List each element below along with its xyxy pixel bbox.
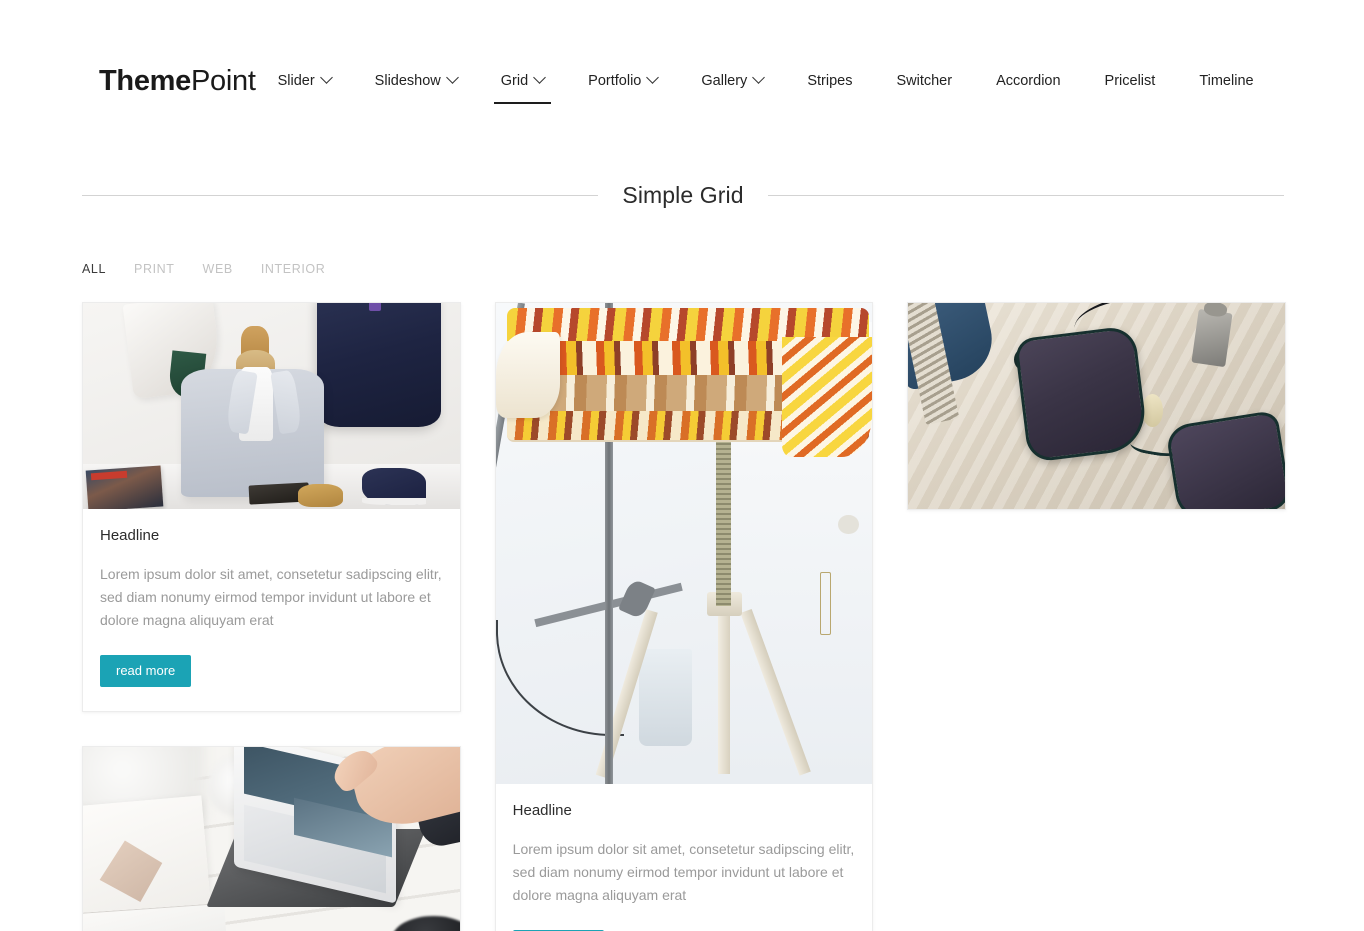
nav-label: Pricelist (1104, 72, 1156, 89)
title-rule-right (767, 195, 1284, 196)
photo-layer (638, 649, 692, 746)
logo-light-part: Point (190, 64, 256, 97)
nav-label: Portfolio (588, 72, 642, 89)
photo-layer (781, 336, 873, 457)
photo-layer (1141, 393, 1163, 427)
read-more-button[interactable]: read more (100, 655, 192, 687)
menswear-display-photo[interactable] (83, 303, 460, 509)
nav-label: Slideshow (374, 72, 441, 89)
photo-layer (1164, 410, 1285, 509)
nav-item-grid[interactable]: Grid (487, 67, 558, 104)
logo-bold-part: Theme (99, 64, 191, 97)
nav-item-switcher[interactable]: Switcher (882, 67, 966, 96)
filter-web[interactable]: WEB (203, 262, 233, 276)
filter-print[interactable]: PRINT (134, 262, 175, 276)
nav-item-stripes[interactable]: Stripes (793, 67, 866, 96)
chevron-down-icon (533, 71, 547, 84)
chevron-down-icon (445, 71, 459, 84)
portfolio-filter-bar: ALL PRINT WEB INTERIOR (0, 259, 1364, 279)
photo-layer (361, 467, 426, 505)
section-title-bar: Simple Grid (0, 182, 1364, 209)
nav-item-pricelist[interactable]: Pricelist (1091, 67, 1170, 96)
nav-item-gallery[interactable]: Gallery (687, 67, 777, 96)
card-body: Headline Lorem ipsum dolor sit amet, con… (83, 509, 460, 711)
portfolio-grid: Headline Lorem ipsum dolor sit amet, con… (0, 302, 1364, 931)
nav-item-accordion[interactable]: Accordion (982, 67, 1074, 96)
main-navigation: Slider Slideshow Grid Portfolio Gallery … (256, 67, 1338, 104)
photo-layer (819, 572, 831, 635)
nav-label: Grid (500, 72, 529, 89)
chevron-down-icon (752, 71, 766, 84)
grid-card[interactable]: Headline Lorem ipsum dolor sit amet, con… (82, 302, 461, 712)
photo-layer (495, 331, 560, 419)
photo-layer (717, 610, 730, 775)
photo-layer (316, 303, 441, 427)
sunglasses-fabric-photo[interactable] (908, 303, 1285, 509)
photo-layer (297, 484, 343, 507)
grid-card[interactable] (82, 746, 461, 931)
nav-label: Slider (277, 72, 315, 89)
grid-card[interactable] (907, 302, 1286, 510)
nav-label: Timeline (1199, 72, 1254, 89)
nav-item-portfolio[interactable]: Portfolio (574, 67, 671, 96)
card-description: Lorem ipsum dolor sit amet, consetetur s… (512, 841, 855, 903)
filter-interior[interactable]: INTERIOR (261, 262, 326, 276)
photo-layer (716, 437, 732, 607)
filter-all[interactable]: ALL (82, 262, 106, 276)
nav-label: Stripes (807, 72, 853, 89)
photo-layer (838, 514, 860, 534)
site-logo[interactable]: ThemePoint (99, 64, 256, 97)
nav-label: Gallery (701, 72, 748, 89)
nav-item-slideshow[interactable]: Slideshow (361, 67, 471, 96)
card-body: Headline Lorem ipsum dolor sit amet, con… (496, 784, 873, 931)
title-rule-left (82, 195, 599, 196)
card-title: Headline (512, 802, 572, 819)
photo-layer (1191, 309, 1233, 367)
chevron-down-icon (319, 71, 333, 84)
nav-label: Switcher (896, 72, 953, 89)
nav-item-timeline[interactable]: Timeline (1185, 67, 1267, 96)
nav-label: Accordion (996, 72, 1061, 89)
page-root: ThemePoint Slider Slideshow Grid Portfol… (0, 0, 1364, 931)
nav-item-slider[interactable]: Slider (264, 67, 345, 96)
chevron-down-icon (646, 71, 660, 84)
page-title: Simple Grid (622, 182, 744, 208)
photo-layer (1014, 324, 1149, 463)
grid-card[interactable]: Headline Lorem ipsum dolor sit amet, con… (494, 302, 874, 931)
stool-blanket-photo[interactable] (495, 303, 873, 784)
card-description: Lorem ipsum dolor sit amet, consetetur s… (100, 566, 442, 628)
photo-layer (85, 465, 164, 509)
card-title: Headline (100, 527, 160, 544)
tablet-table-photo[interactable] (83, 747, 460, 931)
site-header: ThemePoint Slider Slideshow Grid Portfol… (0, 0, 1364, 162)
